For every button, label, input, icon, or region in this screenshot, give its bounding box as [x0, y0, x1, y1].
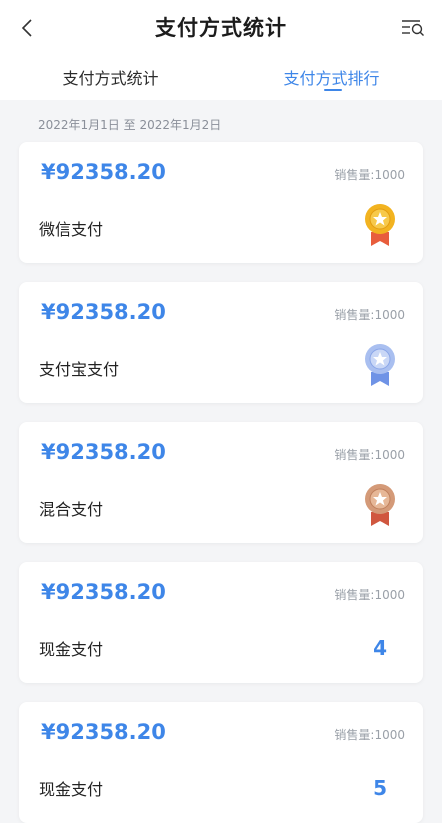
tab-payment-ranking[interactable]: 支付方式排行: [221, 54, 442, 100]
payment-method: 现金支付: [39, 640, 104, 659]
ranking-card[interactable]: ¥92358.20 销售量:1000 支付宝支付: [19, 282, 423, 403]
payment-method: 微信支付: [39, 220, 104, 239]
sales-count: 销售量:1000: [334, 448, 405, 462]
chevron-left-icon: [21, 19, 32, 37]
filter-search-icon: [402, 20, 424, 36]
rank-number: 5: [373, 776, 387, 800]
filter-button[interactable]: [398, 13, 428, 41]
amount: ¥92358.20: [41, 580, 166, 604]
bronze-medal-icon: [365, 484, 395, 526]
payment-method: 支付宝支付: [39, 360, 120, 379]
ranking-card[interactable]: ¥92358.20 销售量:1000 混合支付: [19, 422, 423, 543]
sales-count: 销售量:1000: [334, 168, 405, 182]
sales-count: 销售量:1000: [334, 728, 405, 742]
amount: ¥92358.20: [41, 160, 166, 184]
page-title: 支付方式统计: [155, 16, 287, 40]
sales-count: 销售量:1000: [334, 308, 405, 322]
amount: ¥92358.20: [41, 720, 166, 744]
sales-count: 销售量:1000: [334, 588, 405, 602]
date-range: 2022年1月1日 至 2022年1月2日: [38, 118, 222, 132]
active-tab-indicator: [323, 89, 342, 91]
back-button[interactable]: [12, 12, 44, 44]
amount: ¥92358.20: [41, 300, 166, 324]
silver-medal-icon: [365, 344, 395, 386]
ranking-card[interactable]: ¥92358.20 销售量:1000 微信支付: [19, 142, 423, 263]
gold-medal-icon: [365, 204, 395, 246]
tab-bar: 支付方式统计 支付方式排行: [0, 54, 442, 100]
payment-method: 混合支付: [39, 500, 104, 519]
ranking-card[interactable]: ¥92358.20 销售量:1000 现金支付 4: [19, 562, 423, 683]
payment-method: 现金支付: [39, 780, 104, 799]
amount: ¥92358.20: [41, 440, 166, 464]
top-bar: 支付方式统计: [0, 0, 442, 54]
ranking-card[interactable]: ¥92358.20 销售量:1000 现金支付 5: [19, 702, 423, 823]
rank-number: 4: [373, 636, 387, 660]
tab-label: 支付方式统计: [62, 69, 159, 88]
tab-payment-stats[interactable]: 支付方式统计: [0, 54, 221, 100]
tab-label: 支付方式排行: [283, 69, 380, 88]
